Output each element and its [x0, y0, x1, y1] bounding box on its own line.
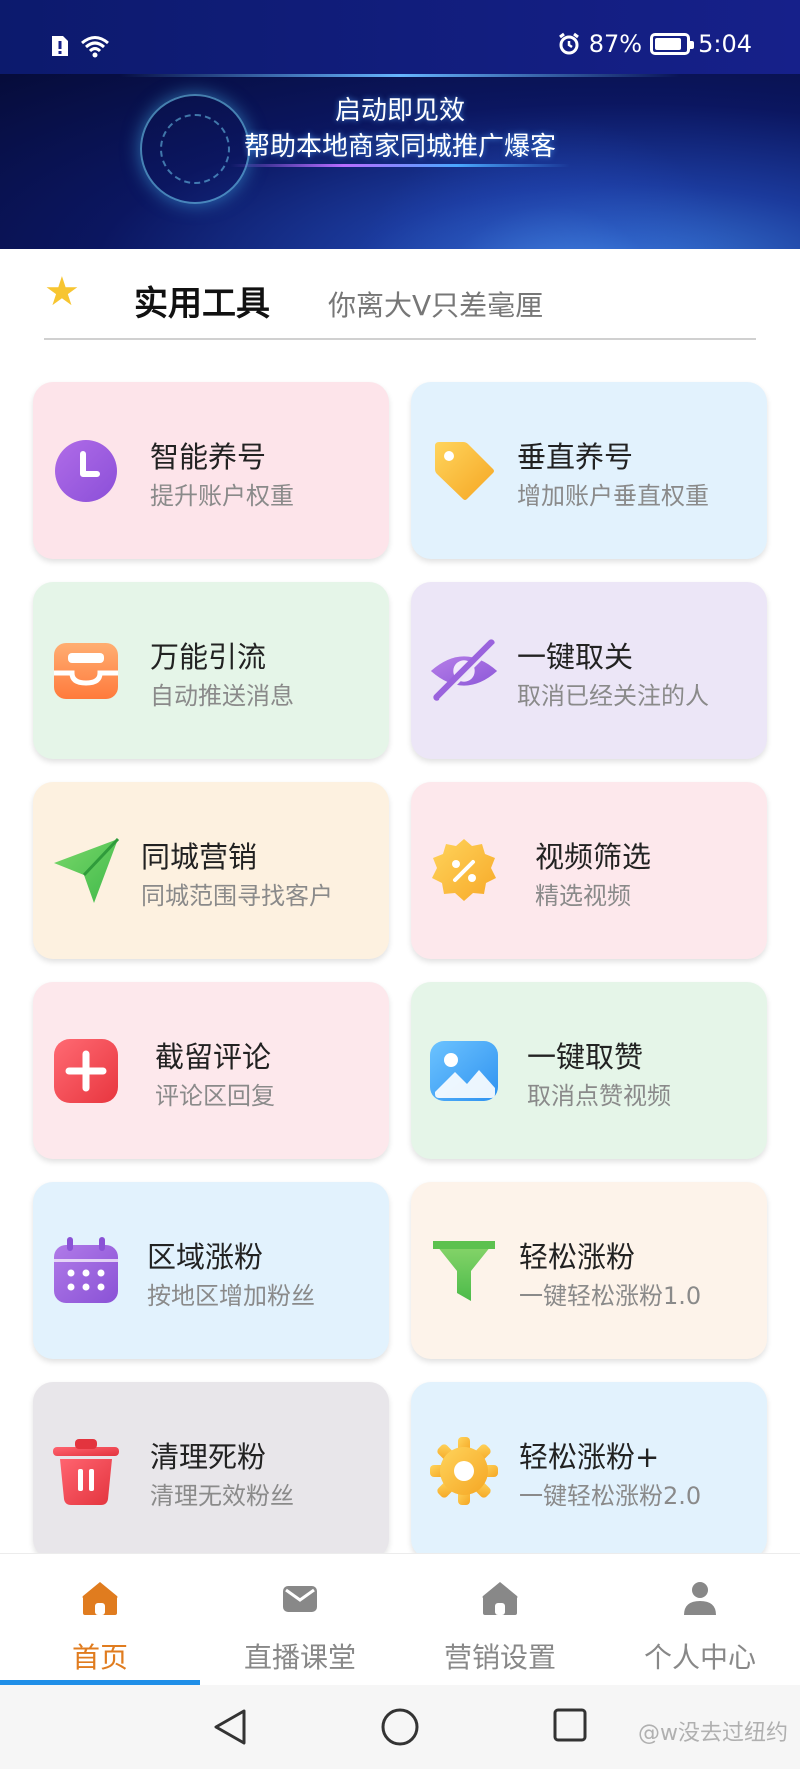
tool-subtitle: 一键轻松涨粉1.0: [519, 1282, 702, 1310]
nav-profile-label: 个人中心: [643, 1641, 756, 1674]
gear-icon: [427, 1434, 501, 1508]
tool-subtitle: 同城范围寻找客户: [141, 882, 333, 910]
tool-subtitle: 取消已经关注的人: [517, 682, 709, 710]
back-icon[interactable]: [212, 1707, 248, 1747]
banner-headline: 启动即见效: [334, 96, 465, 126]
tool-subtitle: 一键轻松涨粉2.0: [519, 1482, 702, 1510]
alarm-icon: [558, 32, 579, 55]
tool-title: 一键取赞: [527, 1040, 644, 1074]
nav-marketing-settings[interactable]: 营销设置: [400, 1554, 600, 1686]
tool-card[interactable]: 万能引流自动推送消息: [33, 582, 389, 759]
mail-icon: [283, 1586, 317, 1612]
tool-card[interactable]: 轻松涨粉+ 一键轻松涨粉2.0: [411, 1382, 767, 1559]
tool-title: 视频筛选: [535, 840, 652, 874]
send-icon: [49, 834, 123, 908]
user-icon: [684, 1582, 716, 1615]
tool-title: 截留评论: [155, 1040, 272, 1074]
bottom-nav: 首页 直播课堂 营销设置 个人中心: [0, 1553, 800, 1685]
watermark: @w没去过纽约: [638, 1721, 788, 1746]
battery-icon: [650, 33, 695, 55]
star-icon: ★: [44, 269, 80, 315]
sim-alert-icon: [52, 36, 68, 56]
tool-card[interactable]: 清理死粉清理无效粉丝: [33, 1382, 389, 1559]
clock-time: 5:04: [698, 30, 752, 58]
tool-card[interactable]: 轻松涨粉一键轻松涨粉1.0: [411, 1182, 767, 1359]
tool-title: 区域涨粉: [147, 1240, 264, 1274]
calendar-icon: [49, 1234, 123, 1308]
home-icon: [82, 1582, 118, 1615]
status-right: 87% 5:04: [557, 30, 752, 58]
recents-icon[interactable]: [552, 1707, 588, 1743]
tool-card[interactable]: 截留评论 评论区回复: [33, 982, 389, 1159]
tool-title: 轻松涨粉: [519, 1240, 636, 1274]
section-header: ★ 实用工具 你离大V只差毫厘: [44, 270, 756, 340]
tool-subtitle: 自动推送消息: [150, 682, 294, 710]
tool-subtitle: 清理无效粉丝: [150, 1482, 294, 1510]
tool-subtitle: 按地区增加粉丝: [147, 1282, 315, 1310]
wifi-icon: [81, 36, 109, 58]
tool-card[interactable]: 一键取关取消已经关注的人: [411, 582, 767, 759]
banner-tagline: 帮助本地商家同城推广爆客: [243, 132, 556, 162]
funnel-icon: [427, 1234, 501, 1308]
nav-home-label: 首页: [71, 1641, 128, 1674]
tool-card[interactable]: 同城营销同城范围寻找客户: [33, 782, 389, 959]
tool-title: 轻松涨粉+: [519, 1440, 660, 1474]
tool-title: 同城营销: [141, 840, 258, 874]
tool-card[interactable]: 垂直养号增加账户垂直权重: [411, 382, 767, 559]
battery-percent: 87%: [588, 30, 643, 58]
system-nav-bar: @w没去过纽约: [0, 1685, 800, 1769]
discount-badge-icon: [427, 834, 501, 908]
promo-banner[interactable]: 启动即见效 帮助本地商家同城推广爆客: [0, 74, 800, 249]
eye-off-icon: [427, 634, 501, 708]
tool-title: 万能引流: [150, 640, 267, 674]
section-title: 实用工具: [134, 284, 270, 324]
tool-subtitle: 精选视频: [535, 882, 631, 910]
status-left: [50, 34, 110, 58]
tool-title: 垂直养号: [517, 440, 634, 474]
trash-icon: [49, 1434, 123, 1508]
tool-card[interactable]: 一键取赞取消点赞视频: [411, 982, 767, 1159]
status-bar: 87% 5:04: [0, 0, 800, 74]
tool-card[interactable]: 视频筛选 精选视频: [411, 782, 767, 959]
tool-subtitle: 评论区回复: [155, 1082, 275, 1110]
nav-live-class[interactable]: 直播课堂: [200, 1554, 400, 1686]
tool-title: 智能养号: [150, 440, 267, 474]
tool-title: 清理死粉: [150, 1440, 267, 1474]
tool-subtitle: 提升账户权重: [150, 482, 294, 510]
section-subtitle: 你离大V只差毫厘: [328, 289, 544, 322]
clock-icon: [49, 434, 123, 508]
nav-home[interactable]: 首页: [0, 1554, 200, 1686]
tool-subtitle: 增加账户垂直权重: [517, 482, 709, 510]
home-circle-icon[interactable]: [380, 1707, 420, 1747]
inbox-icon: [49, 634, 123, 708]
banner-top-line: [120, 74, 680, 77]
image-icon: [427, 1034, 501, 1108]
home-icon: [482, 1582, 518, 1615]
nav-marketing-settings-label: 营销设置: [443, 1641, 556, 1674]
nav-live-class-label: 直播课堂: [243, 1641, 356, 1674]
tool-card[interactable]: 智能养号提升账户权重: [33, 382, 389, 559]
tool-subtitle: 取消点赞视频: [527, 1082, 671, 1110]
tool-card[interactable]: 区域涨粉按地区增加粉丝: [33, 1182, 389, 1359]
tag-icon: [427, 434, 501, 508]
tool-title: 一键取关: [517, 640, 634, 674]
nav-profile[interactable]: 个人中心: [600, 1554, 800, 1686]
banner-underline: [230, 164, 570, 167]
plus-square-icon: [49, 1034, 123, 1108]
